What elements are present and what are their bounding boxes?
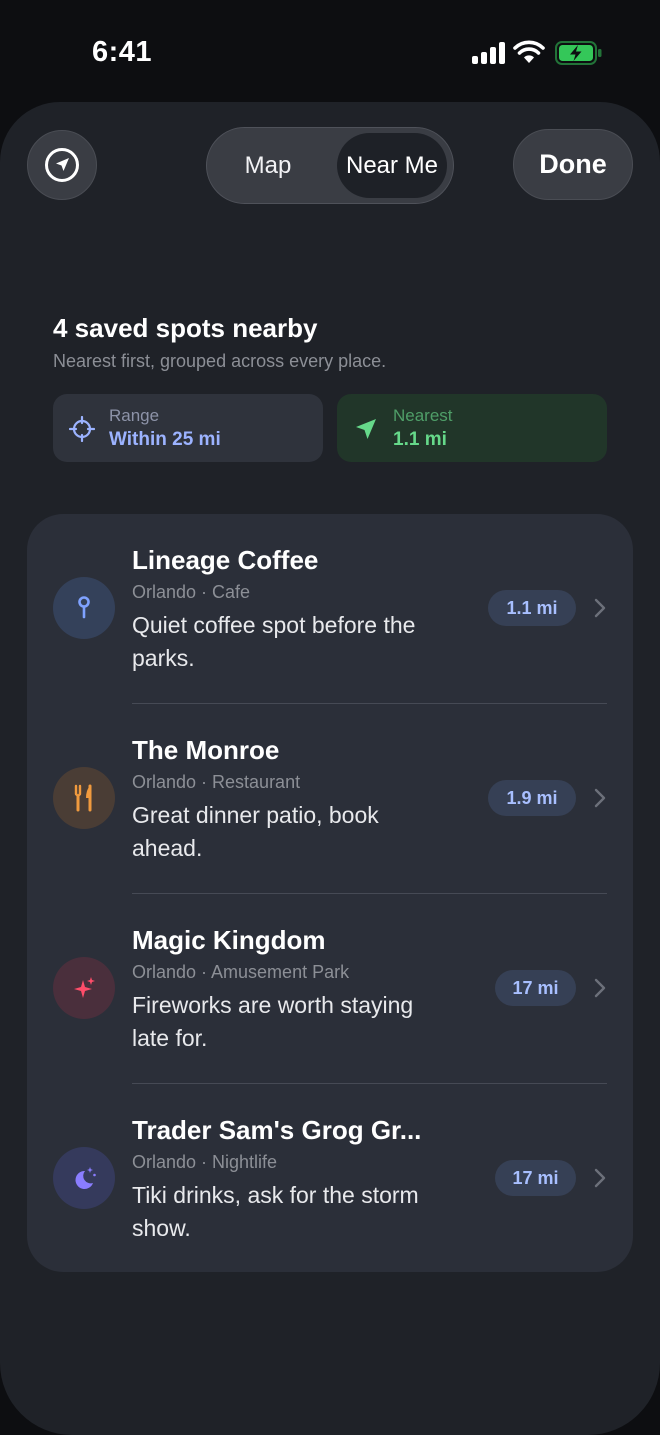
sparkles-icon xyxy=(74,977,95,998)
nearest-label: Nearest xyxy=(393,406,453,425)
spot-meta: Orlando · Nightlife xyxy=(132,1152,278,1172)
chevron-right-icon xyxy=(594,788,606,808)
spot-row-trader-sams[interactable]: Trader Sam's Grog Gr... Orlando · Nightl… xyxy=(27,1084,633,1274)
view-segmented-control: Map Near Me xyxy=(206,127,454,204)
spot-icon-badge xyxy=(53,957,115,1019)
nearest-chip[interactable]: Nearest 1.1 mi xyxy=(337,394,607,462)
moon-stars-icon xyxy=(75,1167,96,1189)
wifi-icon xyxy=(513,40,545,63)
fork-knife-icon xyxy=(74,784,92,812)
distance-badge: 1.1 mi xyxy=(488,590,576,626)
crosshair-icon xyxy=(69,416,95,442)
spot-row-the-monroe[interactable]: The Monroe Orlando · Restaurant Great di… xyxy=(27,704,633,894)
spot-name: Magic Kingdom xyxy=(132,925,326,955)
chevron-right-icon xyxy=(594,598,606,618)
spot-name: The Monroe xyxy=(132,735,280,765)
spot-icon-badge xyxy=(53,1147,115,1209)
spot-note: Tiki drinks, ask for the storm show. xyxy=(132,1182,419,1241)
spot-icon-badge xyxy=(53,767,115,829)
status-bar: 6:41 xyxy=(0,0,660,100)
spots-list: Lineage Coffee Orlando · Cafe Quiet coff… xyxy=(27,514,633,1272)
spot-name: Lineage Coffee xyxy=(132,545,319,575)
nearest-value: 1.1 mi xyxy=(393,429,447,450)
spot-meta: Orlando · Amusement Park xyxy=(132,962,350,982)
status-time: 6:41 xyxy=(92,36,153,68)
location-arrow-icon xyxy=(45,148,79,182)
range-label: Range xyxy=(109,406,160,425)
pin-icon xyxy=(78,596,90,619)
done-button[interactable]: Done xyxy=(513,129,633,200)
spot-row-magic-kingdom[interactable]: Magic Kingdom Orlando · Amusement Park F… xyxy=(27,894,633,1084)
spot-note: Fireworks are worth staying late for. xyxy=(132,992,414,1051)
spot-note: Great dinner patio, book ahead. xyxy=(132,802,379,861)
spot-name: Trader Sam's Grog Gr... xyxy=(132,1115,422,1145)
battery-charging-icon xyxy=(555,41,602,65)
range-chip[interactable]: Range Within 25 mi xyxy=(53,394,323,462)
segment-near-me[interactable]: Near Me xyxy=(337,133,447,198)
locate-button[interactable] xyxy=(27,130,97,200)
distance-badge: 1.9 mi xyxy=(488,780,576,816)
chevron-right-icon xyxy=(594,978,606,998)
distance-badge: 17 mi xyxy=(495,1160,576,1196)
spot-meta: Orlando · Cafe xyxy=(132,582,251,602)
spot-icon-badge xyxy=(53,577,115,639)
signal-icon xyxy=(472,42,505,64)
page-title: 4 saved spots nearby xyxy=(53,313,318,343)
range-value: Within 25 mi xyxy=(109,429,221,450)
segment-map[interactable]: Map xyxy=(223,128,313,203)
location-arrow-icon xyxy=(356,419,376,439)
spot-row-lineage-coffee[interactable]: Lineage Coffee Orlando · Cafe Quiet coff… xyxy=(27,514,633,704)
spot-note: Quiet coffee spot before the parks. xyxy=(132,612,416,671)
chevron-right-icon xyxy=(594,1168,606,1188)
distance-badge: 17 mi xyxy=(495,970,576,1006)
spot-meta: Orlando · Restaurant xyxy=(132,772,301,792)
page-subtitle: Nearest first, grouped across every plac… xyxy=(53,351,387,371)
